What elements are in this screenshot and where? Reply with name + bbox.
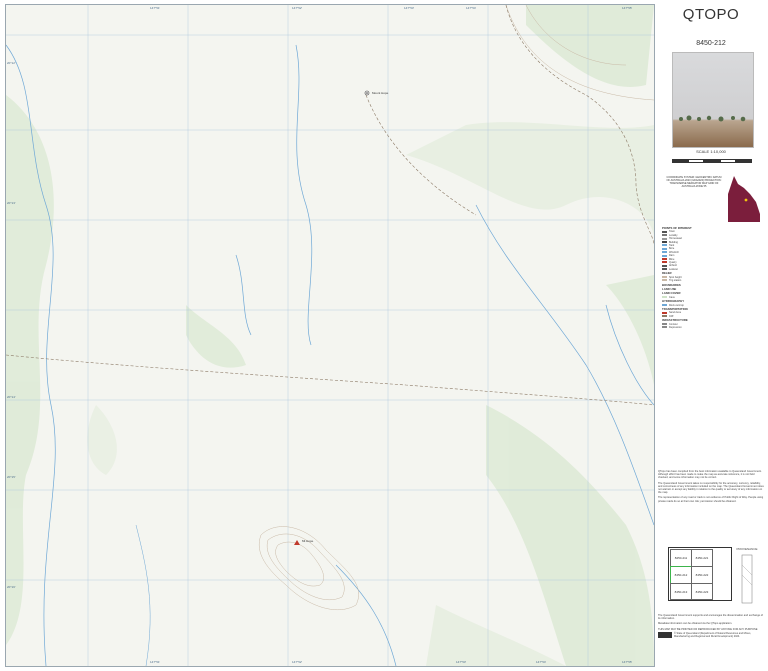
map-sidebar: QTOPO 8450-212 SCALE 1:10,000 COORDINATE… (658, 4, 764, 665)
legend-column-left: POINTS OF INTEREST Town Locality Homeste… (662, 226, 710, 329)
top-tick-label: 147°52' (292, 6, 303, 10)
footer-paragraph: The Queensland Government supports and e… (658, 614, 763, 621)
bottom-tick-label: 147°52' (292, 660, 303, 664)
locality-map (724, 174, 762, 224)
index-cell: 8450-223 (691, 583, 713, 600)
hill-label: Mt Hope (302, 539, 314, 543)
adjoining-sheets-index: 8450-211 8450-221 8450-212 8450-222 8450… (668, 547, 732, 601)
left-tick-label: 20°14' (7, 395, 16, 399)
disclaimer-paragraph: The Queensland Government takes no respo… (658, 481, 764, 495)
top-tick-label: 147°55' (622, 6, 633, 10)
left-tick-label: 20°13' (7, 201, 16, 205)
creative-commons-icon (658, 632, 672, 638)
footer-notes: The Queensland Government supports and e… (658, 614, 764, 633)
footer-paragraph: Metadata information can be obtained via… (658, 622, 733, 626)
index-cell-current: 8450-212 (670, 566, 692, 584)
scale-bar (672, 159, 752, 163)
top-tick-label: 147°51' (150, 6, 161, 10)
disclaimer-paragraph: The representation of any road or track … (658, 496, 764, 503)
landscape-photo (672, 52, 754, 148)
sheet-number: 8450-212 (696, 40, 726, 47)
place-label: Mount Hope (372, 91, 389, 95)
left-tick-label: 20°16' (7, 585, 16, 589)
index-cell: 8450-221 (691, 549, 713, 567)
index-cell: 8450-213 (670, 583, 692, 600)
map-canvas (6, 5, 654, 666)
queensland-outline-icon (728, 176, 760, 222)
disclaimer: QTopo has been compiled from the best in… (658, 470, 764, 505)
map-feature-homestead (364, 90, 370, 96)
left-tick-label: 20°12' (7, 61, 16, 65)
top-tick-label: 147°53' (404, 6, 415, 10)
footer-paragraph: THIS MAP MAY BE PRINTED OR REPRODUCED BY… (658, 627, 758, 631)
index-cell: 8450-211 (670, 549, 692, 567)
map-title: QTOPO (682, 6, 740, 23)
tree-line-graphic (679, 115, 746, 122)
scale-label: SCALE 1:10,000 (696, 149, 726, 154)
left-tick-label: 20°15' (7, 475, 16, 479)
top-tick-label: 147°54' (466, 6, 477, 10)
copyright-note: © State of Queensland (Department of Nat… (674, 632, 752, 638)
provenance-strip-icon (741, 554, 753, 604)
index-cell: 8450-222 (691, 566, 713, 584)
bottom-tick-label: 147°51' (150, 660, 161, 664)
topographic-map[interactable]: 147°51' 147°52' 147°53' 147°54' 147°55' … (5, 4, 655, 667)
bottom-tick-label: 147°55' (622, 660, 633, 664)
bottom-tick-label: 147°53' (456, 660, 467, 664)
bottom-tick-label: 147°54' (536, 660, 547, 664)
projection-note: COORDINATE SYSTEM: GEOCENTRIC DATUM OF A… (666, 176, 722, 188)
disclaimer-paragraph: QTopo has been compiled from the best in… (658, 470, 762, 480)
legend-item: Trig station (662, 279, 710, 282)
legend-item: Depression (662, 326, 710, 329)
provenance-diagram: PROVENANCE (732, 547, 762, 607)
